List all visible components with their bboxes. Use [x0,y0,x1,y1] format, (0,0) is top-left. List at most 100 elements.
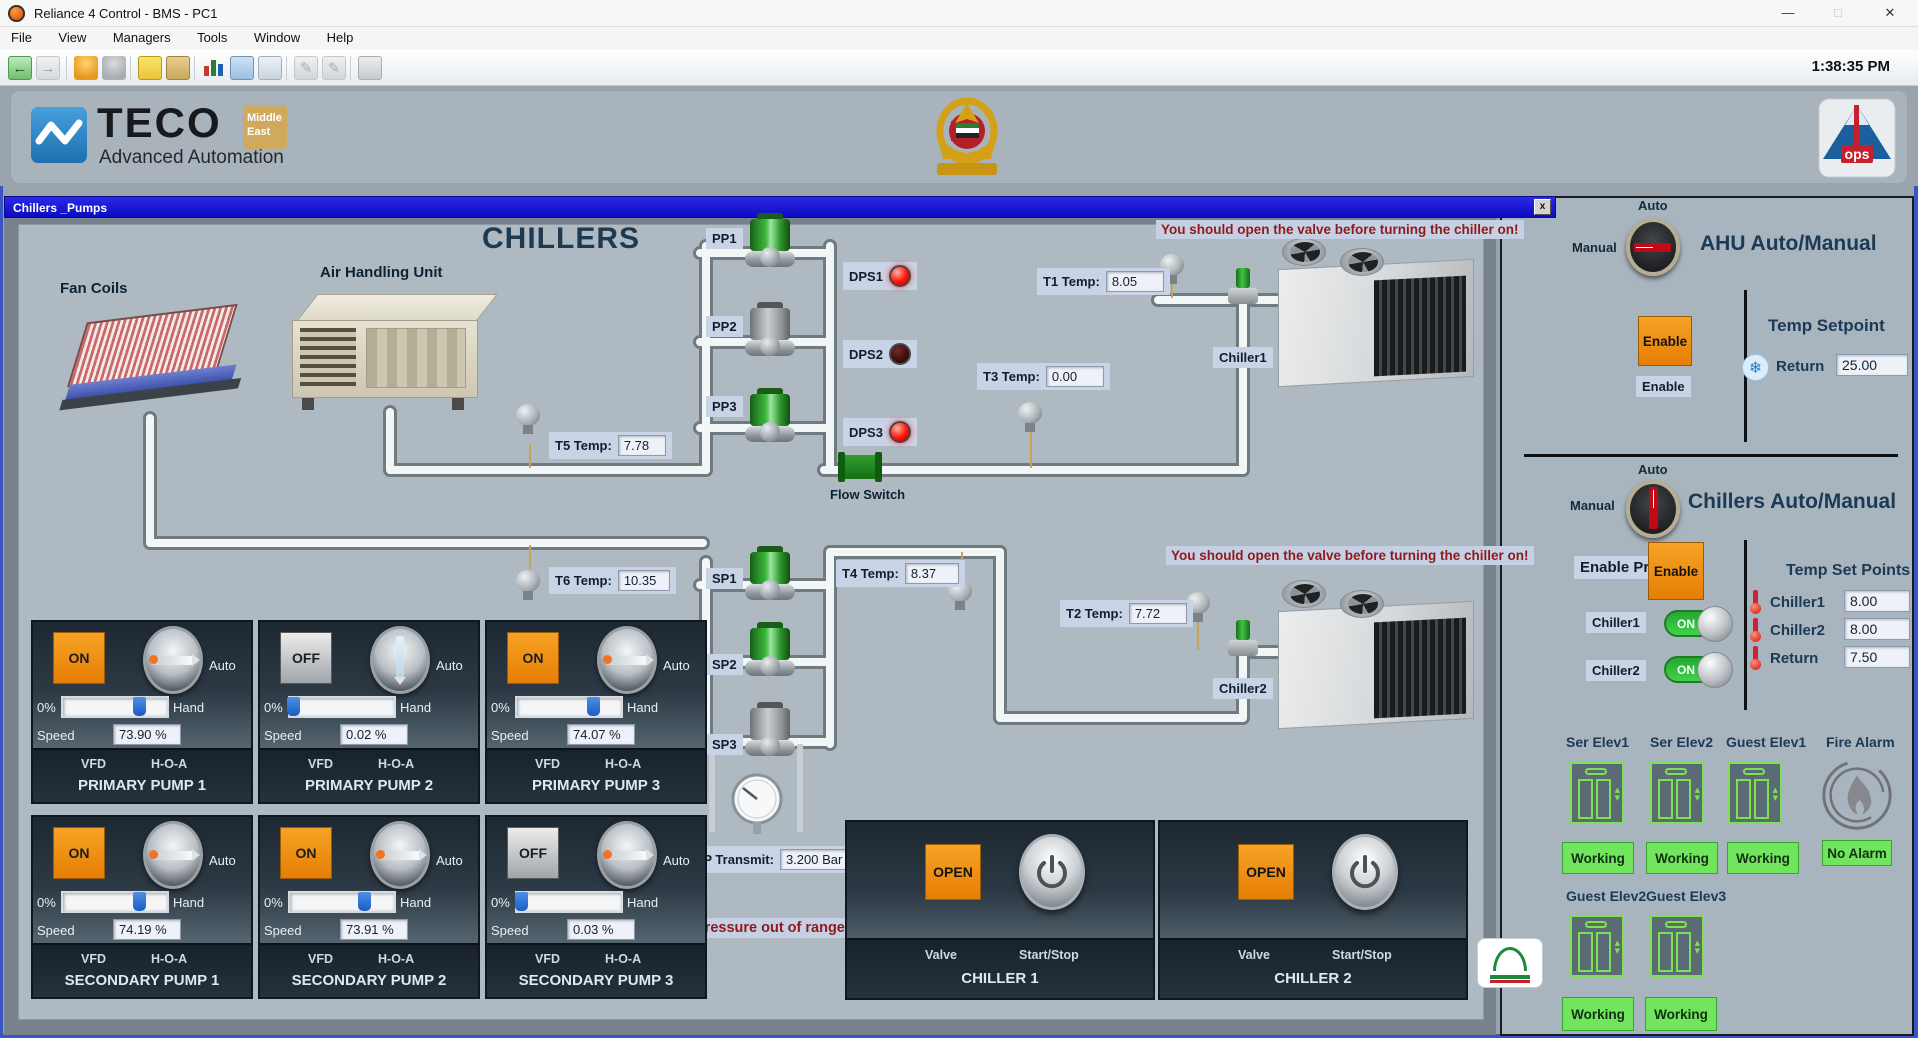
pp1-speed-label: Speed [37,728,75,743]
pp1-label-text: PP1 [712,231,737,246]
chiller2-valve[interactable] [1228,620,1258,664]
sp3-vfd-label: VFD [535,952,560,966]
sp2-speed-value[interactable]: 73.91 % [340,919,408,940]
primary-pump3-panel: ON Auto Hand 0% Speed 74.07 % VFD H-O-A … [485,620,707,804]
chiller1-toggle-knob[interactable] [1697,606,1733,642]
ahu-auto-manual-knob[interactable] [1626,218,1680,276]
chiller2-toggle[interactable]: ON [1664,656,1720,683]
sp2-pump[interactable] [745,622,795,680]
chiller2-toggle-knob[interactable] [1697,652,1733,688]
sp1-pump[interactable] [745,546,795,604]
t1-temp-value[interactable]: 8.05 [1106,271,1164,292]
sp3-power-button[interactable]: OFF [507,827,559,879]
dps2-indicator: DPS2 [843,340,917,368]
sp2-speed-label: Speed [264,923,302,938]
pressure-warning: Pressure out of range [690,918,850,938]
dp-transmit: DP Transmit: 3.200 Bar [688,846,856,873]
pp3-pump[interactable] [745,388,795,446]
pp1-slider-thumb[interactable] [133,697,146,716]
pp1-power-button[interactable]: ON [53,632,105,684]
sp3-slider-thumb[interactable] [515,892,528,911]
pp3-power-button[interactable]: ON [507,632,559,684]
chiller1-toggle[interactable]: ON [1664,610,1720,637]
sp3-hoa-label: H-O-A [605,952,641,966]
setpoint-chiller2-value[interactable]: 8.00 [1844,618,1910,640]
pp3-speed-slider[interactable] [515,696,623,718]
application-window: Reliance 4 Control - BMS - PC1 — □ ✕ Fil… [0,0,1918,1038]
sp2-hoa-knob[interactable] [370,821,430,889]
sp3-hoa-knob[interactable] [597,821,657,889]
ahu-enable-label-text: Enable [1642,379,1685,394]
t1-temp-label: T1 Temp: [1043,274,1100,289]
sp3-auto-label: Auto [663,853,690,868]
chiller1-valve-open-button[interactable]: OPEN [925,844,981,900]
chiller1-valve-label: Valve [925,948,957,962]
pp3-hoa-knob[interactable] [597,626,657,694]
pp3-label-text: PP3 [712,399,737,414]
setpoint-return-value[interactable]: 7.50 [1844,646,1910,668]
sp1-slider-thumb[interactable] [133,892,146,911]
setpoint-return-row: Return 7.50 [1750,646,1761,675]
chiller1-valve[interactable] [1228,268,1258,312]
chiller1-panel-name: CHILLER 1 [847,970,1153,987]
pp1-pump[interactable] [745,213,795,271]
ahu-enable-button[interactable]: Enable [1638,316,1692,366]
chiller1-fan-icon [1282,238,1326,266]
primary-pump1-panel: ON Auto Hand 0% Speed 73.90 % VFD H-O-A … [31,620,253,804]
sp1-speed-slider[interactable] [61,891,169,913]
sp3-pump[interactable] [745,702,795,760]
ser-elev1-status: Working [1562,842,1634,874]
dps1-indicator: DPS1 [843,262,917,290]
ahu-return-value[interactable]: 25.00 [1836,354,1908,376]
chiller2-valve-open-button[interactable]: OPEN [1238,844,1294,900]
chiller1-toggle-state: ON [1677,617,1695,631]
pp2-speed-label: Speed [264,728,302,743]
ser-elev2-label: Ser Elev2 [1650,734,1713,750]
chillers-enable-button[interactable]: Enable [1648,542,1704,600]
t6-temp-value[interactable]: 10.35 [618,570,670,591]
chiller2-startstop-label: Start/Stop [1332,948,1392,962]
t2-temp-value[interactable]: 7.72 [1129,603,1187,624]
chiller1-label-text: Chiller1 [1219,350,1267,365]
chiller1-start-stop-button[interactable] [1019,834,1085,910]
setpoint-chiller1-value[interactable]: 8.00 [1844,590,1910,612]
chiller2-start-stop-button[interactable] [1332,834,1398,910]
pp3-speed-label: Speed [491,728,529,743]
t5-temp-value[interactable]: 7.78 [618,435,666,456]
dp-transmit-value[interactable]: 3.200 Bar [780,849,850,870]
chiller2-unit [1262,580,1480,732]
pp1-speed-value[interactable]: 73.90 % [113,724,181,745]
pp2-hoa-knob[interactable] [370,626,430,694]
chillers-auto-manual-knob[interactable] [1626,480,1680,538]
pp1-speed-slider[interactable] [61,696,169,718]
sp3-speed-value[interactable]: 0.03 % [567,919,635,940]
sp2-label-text: SP2 [712,657,737,672]
t3-temp-value[interactable]: 0.00 [1046,366,1104,387]
chiller2-switch-label: Chiller2 [1586,660,1646,681]
pp2-speed-slider[interactable] [288,696,396,718]
sp3-speed-slider[interactable] [515,891,623,913]
sp1-speed-value[interactable]: 74.19 % [113,919,181,940]
sp2-power-button[interactable]: ON [280,827,332,879]
pp2-speed-value[interactable]: 0.02 % [340,724,408,745]
pp2-pump[interactable] [745,302,795,360]
sp1-power-button[interactable]: ON [53,827,105,879]
t3-sensor-icon [1018,402,1044,434]
pp2-power-button[interactable]: OFF [280,632,332,684]
sp2-slider-thumb[interactable] [358,892,371,911]
ser-elev2-icon: ▲▼ [1650,762,1704,824]
pp1-hoa-knob[interactable] [143,626,203,694]
sp1-hoa-knob[interactable] [143,821,203,889]
pp3-speed-value[interactable]: 74.07 % [567,724,635,745]
pp1-panel-name: PRIMARY PUMP 1 [33,777,251,794]
setpoint-return-label: Return [1770,650,1836,667]
pp3-auto-label: Auto [663,658,690,673]
snowflake-icon: ❄ [1742,354,1769,381]
pp1-hoa-label: H-O-A [151,757,187,771]
pp2-slider-thumb[interactable] [287,697,300,716]
sp2-speed-slider[interactable] [288,891,396,913]
t4-temp-value[interactable]: 8.37 [905,563,959,584]
pp3-slider-thumb[interactable] [587,697,600,716]
guest-elev1-label: Guest Elev1 [1726,734,1806,750]
setpoint-chiller2-row: Chiller2 8.00 [1750,618,1761,647]
